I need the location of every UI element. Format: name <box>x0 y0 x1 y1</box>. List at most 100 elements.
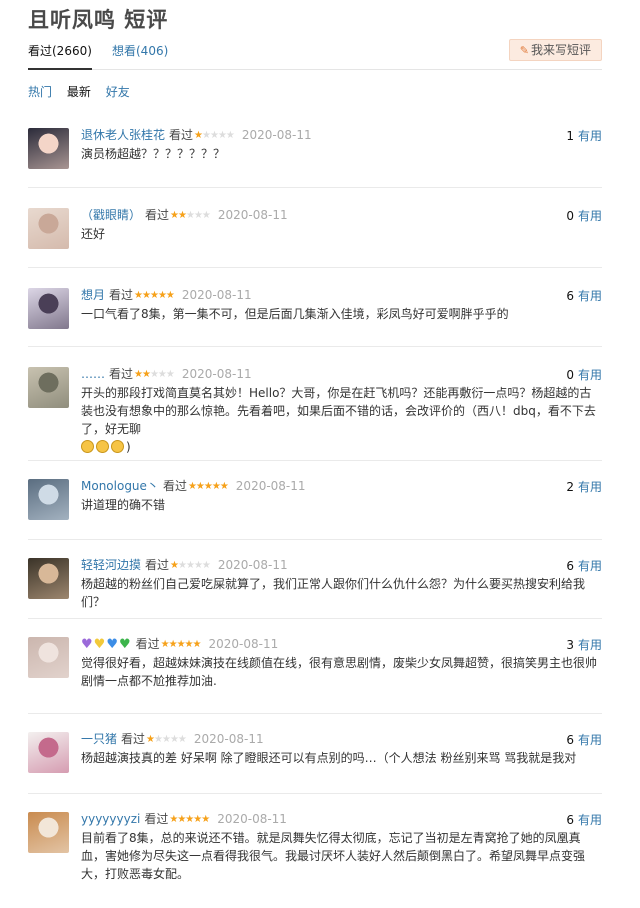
comment-text-tail: ) <box>126 440 131 454</box>
avatar[interactable] <box>28 637 69 678</box>
star-filled-icon: ★ <box>170 560 179 571</box>
star-filled-icon: ★ <box>157 290 167 301</box>
user-name-link[interactable]: 退休老人张桂花 <box>81 128 165 142</box>
tab-watched[interactable]: 看过(2660) <box>28 42 92 70</box>
vote-useful-link[interactable]: 有用 <box>578 209 602 223</box>
vote-number: 0 <box>566 209 574 223</box>
emoji-icon <box>81 440 94 453</box>
comment-item: 轻轻河边摸 看过★★★★★ 2020-08-11 6 有用 杨超越的粉丝们自己爱吃屎就算了… <box>28 540 602 619</box>
avatar[interactable] <box>28 288 69 329</box>
star-empty-icon: ★ <box>217 130 227 141</box>
star-empty-icon: ★ <box>225 130 235 141</box>
user-name-link[interactable]: 一只猪 <box>81 732 117 746</box>
watch-status: 看过 <box>162 479 187 493</box>
vote-number: 6 <box>566 559 574 573</box>
vote-useful-link[interactable]: 有用 <box>578 368 602 382</box>
comment-date: 2020-08-11 <box>217 812 287 826</box>
star-filled-icon: ★ <box>178 210 187 221</box>
vote-number: 2 <box>566 480 574 494</box>
tab-want-to-watch[interactable]: 想看(406) <box>112 42 168 59</box>
star-filled-icon: ★ <box>184 639 194 650</box>
user-name-link[interactable]: 轻轻河边摸 <box>81 558 141 572</box>
rating-stars: ★★★★★ <box>160 637 202 653</box>
comment-info: 退休老人张桂花 看过★★★★★ 2020-08-11 <box>81 127 312 144</box>
vote-useful-link[interactable]: 有用 <box>578 638 602 652</box>
emoji-icon <box>96 440 109 453</box>
vote-number: 3 <box>566 638 574 652</box>
heart-icon: ♥ <box>81 637 93 652</box>
comment-date: 2020-08-11 <box>217 558 288 572</box>
comment-info: …… 看过★★★★★ 2020-08-11 <box>81 366 252 383</box>
star-empty-icon: ★ <box>169 734 179 745</box>
comment-date: 2020-08-11 <box>181 367 252 381</box>
user-name-link[interactable]: yyyyyyyzi <box>81 812 140 826</box>
comment-info: 轻轻河边摸 看过★★★★★ 2020-08-11 <box>81 557 288 574</box>
vote-count[interactable]: 6 有用 <box>566 731 602 748</box>
vote-useful-link[interactable]: 有用 <box>578 480 602 494</box>
rating-stars: ★★★★★ <box>169 812 210 828</box>
vote-count[interactable]: 6 有用 <box>566 811 602 828</box>
comment-info: 想月 看过★★★★★ 2020-08-11 <box>81 287 252 304</box>
heart-icon: ♥ <box>106 637 118 652</box>
vote-number: 0 <box>566 368 574 382</box>
vote-count[interactable]: 2 有用 <box>566 478 602 495</box>
star-filled-icon: ★ <box>192 639 202 650</box>
vote-count[interactable]: 0 有用 <box>566 366 602 383</box>
vote-count[interactable]: 3 有用 <box>566 636 602 653</box>
comment-info: （戳眼睛） 看过★★★★★ 2020-08-11 <box>81 207 288 224</box>
star-empty-icon: ★ <box>149 369 159 380</box>
filter-friends[interactable]: 好友 <box>106 83 130 100</box>
avatar[interactable] <box>28 208 69 249</box>
star-filled-icon: ★ <box>160 639 170 650</box>
vote-useful-link[interactable]: 有用 <box>578 289 602 303</box>
avatar[interactable] <box>28 367 69 408</box>
rating-stars: ★★★★★ <box>170 558 211 574</box>
watch-status: 看过 <box>109 288 134 302</box>
rating-stars: ★★★★★ <box>170 208 211 224</box>
star-empty-icon: ★ <box>193 560 203 571</box>
avatar[interactable] <box>28 479 69 520</box>
comment-date: 2020-08-11 <box>193 732 264 746</box>
vote-useful-link[interactable]: 有用 <box>578 733 602 747</box>
vote-useful-link[interactable]: 有用 <box>578 813 602 827</box>
user-name-link[interactable]: Monologue丶 <box>81 479 159 493</box>
user-name-link[interactable]: …… <box>81 367 105 381</box>
sort-filters: 热门 最新 好友 <box>28 83 141 100</box>
comment-info: yyyyyyyzi 看过★★★★★ 2020-08-11 <box>81 811 287 828</box>
write-review-button[interactable]: ✎ 我来写短评 <box>508 39 602 61</box>
rating-stars: ★★★★★ <box>146 732 187 748</box>
star-filled-icon: ★ <box>141 369 151 380</box>
vote-count[interactable]: 1 有用 <box>566 127 602 144</box>
comment-text: 演员杨超越？？？？？？？ <box>81 147 226 161</box>
watch-status: 看过 <box>121 732 146 746</box>
vote-count[interactable]: 0 有用 <box>566 207 602 224</box>
comment-item: Monologue丶 看过★★★★★ 2020-08-11 2 有用 讲道理的确不错 <box>28 461 602 540</box>
vote-count[interactable]: 6 有用 <box>566 287 602 304</box>
avatar[interactable] <box>28 558 69 599</box>
avatar[interactable] <box>28 128 69 169</box>
user-name-link[interactable]: ♥♥♥♥ <box>81 637 132 652</box>
vote-count[interactable]: 6 有用 <box>566 557 602 574</box>
star-filled-icon: ★ <box>211 481 221 492</box>
user-name-link[interactable]: （戳眼睛） <box>81 208 141 222</box>
vote-useful-link[interactable]: 有用 <box>578 129 602 143</box>
star-empty-icon: ★ <box>202 130 211 141</box>
watch-status: 看过 <box>145 208 170 222</box>
filter-hot[interactable]: 热门 <box>28 83 52 100</box>
avatar[interactable] <box>28 812 69 853</box>
write-review-label: 我来写短评 <box>530 43 591 57</box>
user-name-link[interactable]: 想月 <box>81 288 105 302</box>
star-empty-icon: ★ <box>185 210 195 221</box>
comment-text: 目前看了8集，总的来说还不错。就是凤舞失忆得太彻底，忘记了当初是左青窝抢了她的凤… <box>81 831 586 881</box>
star-empty-icon: ★ <box>201 210 211 221</box>
watch-status: 看过 <box>144 812 169 826</box>
vote-useful-link[interactable]: 有用 <box>578 559 602 573</box>
comment-info: ♥♥♥♥ 看过★★★★★ 2020-08-11 <box>81 636 278 653</box>
star-filled-icon: ★ <box>194 130 203 141</box>
star-empty-icon: ★ <box>154 734 163 745</box>
avatar[interactable] <box>28 732 69 773</box>
comment-date: 2020-08-11 <box>217 208 288 222</box>
star-filled-icon: ★ <box>168 639 178 650</box>
filter-latest[interactable]: 最新 <box>67 83 91 100</box>
vote-number: 6 <box>566 813 574 827</box>
